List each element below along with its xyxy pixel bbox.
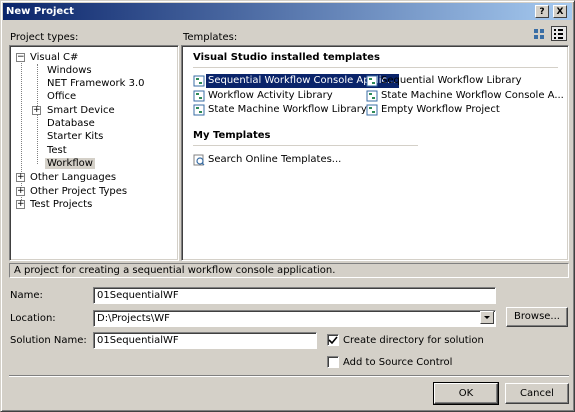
installed-templates-heading: Visual Studio installed templates (193, 52, 380, 63)
tree-item-net-framework[interactable]: NET Framework 3.0 (47, 77, 145, 90)
cancel-button[interactable]: Cancel (505, 383, 569, 404)
tree-item-database[interactable]: Database (47, 117, 95, 130)
my-templates-heading: My Templates (193, 130, 271, 141)
solution-name-label: Solution Name: (10, 335, 87, 346)
tree-item-windows[interactable]: Windows (47, 64, 92, 77)
workflow-template-icon (193, 75, 205, 87)
templates-label: Templates: (183, 32, 238, 43)
template-sequential-console[interactable]: Sequential Workflow Console Applic... (193, 74, 399, 88)
source-control-label[interactable]: Add to Source Control (343, 357, 452, 368)
location-combobox[interactable]: D:\Projects\WF (93, 310, 496, 327)
window-title: New Project (6, 6, 74, 17)
project-types-tree[interactable]: − Visual C# Windows NET Framework 3.0 Of… (9, 45, 179, 261)
template-empty-workflow[interactable]: Empty Workflow Project (366, 103, 556, 117)
expand-icon[interactable]: + (16, 200, 25, 209)
source-control-checkbox[interactable] (327, 356, 339, 368)
template-search-online[interactable]: Search Online Templates... (193, 153, 383, 167)
workflow-template-icon (366, 75, 378, 87)
location-value: D:\Projects\WF (97, 313, 170, 324)
divider (193, 67, 558, 68)
template-activity-library[interactable]: Workflow Activity Library (193, 89, 363, 103)
tree-item-workflow[interactable]: Workflow (45, 157, 95, 170)
solution-name-field[interactable]: 01SequentialWF (93, 332, 317, 349)
close-button[interactable]: X (553, 5, 567, 18)
large-icons-view-icon[interactable] (532, 26, 548, 41)
divider (193, 145, 418, 146)
tree-item-starter-kits[interactable]: Starter Kits (47, 130, 103, 143)
workflow-template-icon (193, 90, 205, 102)
workflow-template-icon (193, 104, 205, 116)
divider (9, 375, 569, 377)
template-sequential-library[interactable]: Sequential Workflow Library (366, 74, 556, 88)
title-bar[interactable]: New Project ? X (3, 3, 572, 20)
workflow-template-icon (366, 104, 378, 116)
template-state-machine-console[interactable]: State Machine Workflow Console A... (366, 89, 564, 103)
create-directory-checkbox[interactable] (327, 334, 339, 346)
create-directory-label[interactable]: Create directory for solution (343, 335, 484, 346)
expand-icon[interactable]: + (16, 173, 25, 182)
tree-item-office[interactable]: Office (47, 90, 76, 103)
search-online-icon (193, 154, 205, 166)
check-icon (328, 336, 338, 345)
name-field[interactable]: 01SequentialWF (93, 287, 496, 304)
collapse-icon[interactable]: − (16, 53, 25, 62)
expand-icon[interactable]: + (16, 187, 25, 196)
new-project-dialog: New Project ? X Project types: − Visual … (0, 0, 575, 412)
template-state-machine-library[interactable]: State Machine Workflow Library (193, 103, 367, 117)
tree-item-test[interactable]: Test (47, 144, 67, 157)
templates-list[interactable]: Visual Studio installed templates Sequen… (181, 45, 569, 261)
expand-icon[interactable]: + (32, 106, 41, 115)
browse-button[interactable]: Browse... (506, 307, 568, 327)
project-types-label: Project types: (10, 32, 79, 43)
name-label: Name: (10, 290, 43, 301)
help-button[interactable]: ? (535, 5, 549, 18)
workflow-template-icon (366, 90, 378, 102)
template-description: A project for creating a sequential work… (9, 263, 569, 278)
chevron-down-icon[interactable] (480, 311, 494, 324)
ok-button[interactable]: OK (433, 382, 499, 405)
location-label: Location: (10, 313, 56, 324)
small-icons-view-icon[interactable] (551, 26, 567, 41)
